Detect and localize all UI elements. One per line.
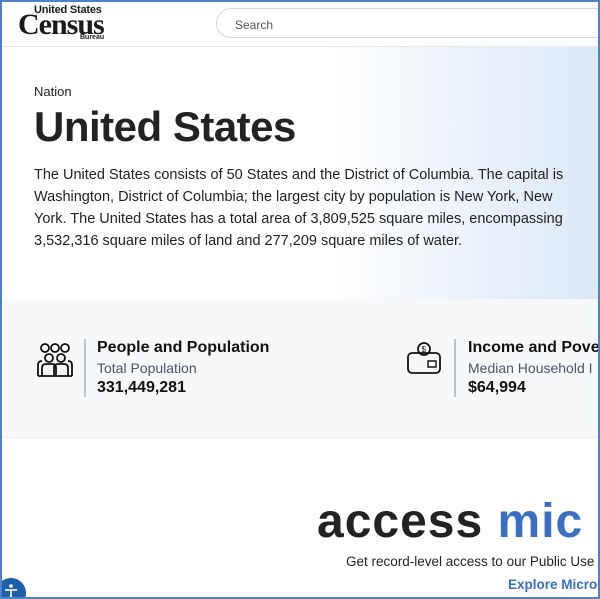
- hero-section: Nation United States The United States c…: [2, 47, 598, 299]
- promo-headline-part1: access: [317, 495, 484, 548]
- stat-label: Median Household I: [468, 360, 593, 376]
- logo-line-3: Bureau: [80, 34, 105, 41]
- search-box[interactable]: [216, 8, 598, 38]
- site-header: United States Census Bureau: [2, 2, 598, 47]
- accessibility-icon: [2, 584, 26, 597]
- search-input[interactable]: [233, 15, 597, 35]
- stat-category: People and Population: [97, 339, 270, 356]
- breadcrumb[interactable]: Nation: [34, 84, 72, 99]
- census-logo[interactable]: United States Census Bureau: [18, 4, 110, 44]
- page-description: The United States consists of 50 States …: [34, 167, 564, 249]
- stat-card-income[interactable]: $ Income and Pover Median Household I $6…: [406, 339, 598, 399]
- people-group-icon: [36, 341, 76, 381]
- page-title: United States: [34, 103, 296, 150]
- stats-band: People and Population Total Population 3…: [2, 299, 598, 437]
- stat-label: Total Population: [97, 360, 197, 376]
- wallet-money-icon: $: [406, 341, 446, 381]
- stat-value: 331,449,281: [97, 379, 186, 396]
- promo-headline: access mic: [317, 494, 583, 549]
- promo-section: access mic Get record-level access to ou…: [2, 438, 598, 597]
- explore-link[interactable]: Explore Microd: [508, 577, 598, 592]
- accessibility-button[interactable]: [2, 578, 26, 597]
- stat-divider: [454, 339, 456, 397]
- promo-subtext: Get record-level access to our Public Us…: [346, 554, 595, 569]
- svg-text:$: $: [422, 345, 427, 354]
- stat-card-population[interactable]: People and Population Total Population 3…: [36, 339, 336, 399]
- page-frame: United States Census Bureau Nation Unite…: [0, 0, 600, 599]
- stat-value: $64,994: [468, 379, 526, 396]
- stat-divider: [84, 339, 86, 397]
- stat-category: Income and Pover: [468, 339, 600, 356]
- promo-headline-part2: mic: [497, 495, 584, 548]
